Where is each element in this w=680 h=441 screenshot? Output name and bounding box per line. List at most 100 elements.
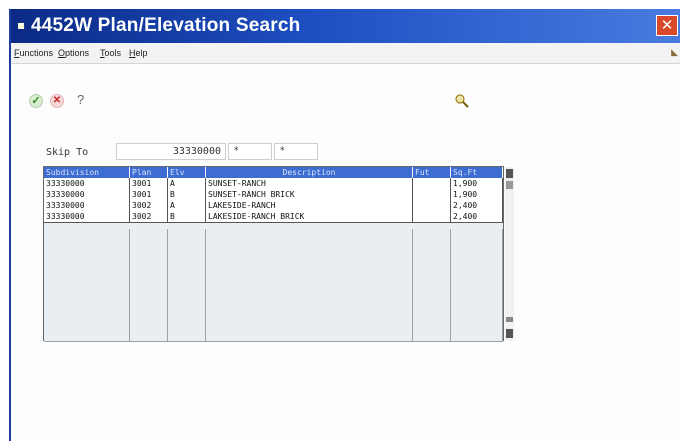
cell-description: SUNSET-RANCH BRICK — [206, 189, 413, 200]
empty-grid-row[interactable] — [44, 229, 503, 244]
cell-sqft: 2,400 — [451, 200, 503, 211]
cell-sqft: 2,400 — [451, 211, 503, 222]
empty-cell — [206, 313, 413, 327]
cell-subdivision: 33330000 — [44, 211, 130, 222]
empty-cell — [206, 243, 413, 257]
cell-fut — [413, 200, 451, 211]
empty-cell — [168, 229, 206, 243]
empty-cell — [168, 271, 206, 285]
empty-cell — [168, 299, 206, 313]
empty-cell — [44, 313, 130, 327]
empty-cell — [413, 299, 451, 313]
cell-description: LAKESIDE-RANCH — [206, 200, 413, 211]
cell-plan: 3001 — [130, 178, 168, 189]
menu-help[interactable]: Help — [129, 48, 148, 58]
empty-cell — [413, 327, 451, 341]
close-button[interactable]: ✕ — [656, 15, 678, 36]
cell-elv: B — [168, 189, 206, 200]
cell-plan: 3001 — [130, 189, 168, 200]
cell-plan: 3002 — [130, 211, 168, 222]
column-header-fut[interactable]: Fut — [413, 167, 451, 178]
empty-cell — [413, 243, 451, 257]
empty-cell — [451, 271, 503, 285]
skip-to-subdivision-input[interactable]: 33330000 — [116, 143, 226, 160]
empty-cell — [451, 299, 503, 313]
empty-cell — [130, 257, 168, 271]
empty-cell — [168, 285, 206, 299]
empty-grid-row[interactable] — [44, 285, 503, 300]
app-window: ▪ 4452W Plan/Elevation Search ✕ Function… — [9, 9, 680, 441]
empty-grid-row[interactable] — [44, 299, 503, 314]
empty-grid-row[interactable] — [44, 327, 503, 342]
empty-cell — [130, 285, 168, 299]
magnifier-icon[interactable] — [454, 93, 470, 109]
empty-cell — [413, 257, 451, 271]
grid-scrollbar[interactable] — [505, 167, 514, 341]
menu-options[interactable]: Options — [58, 48, 89, 58]
empty-grid-row[interactable] — [44, 243, 503, 258]
empty-cell — [168, 257, 206, 271]
empty-cell — [44, 271, 130, 285]
empty-cell — [44, 243, 130, 257]
empty-cell — [44, 229, 130, 243]
empty-cell — [206, 299, 413, 313]
empty-grid-row[interactable] — [44, 313, 503, 328]
empty-cell — [413, 271, 451, 285]
cell-subdivision: 33330000 — [44, 178, 130, 189]
scroll-page-marker[interactable] — [506, 317, 513, 322]
empty-cell — [413, 229, 451, 243]
empty-cell — [130, 229, 168, 243]
column-header-sqft[interactable]: Sq.Ft — [451, 167, 503, 178]
menu-functions[interactable]: Functions — [14, 48, 53, 58]
scroll-up-arrow[interactable] — [506, 169, 513, 178]
empty-cell — [451, 327, 503, 341]
cell-description: SUNSET-RANCH — [206, 178, 413, 189]
empty-cell — [206, 229, 413, 243]
empty-cell — [130, 243, 168, 257]
empty-cell — [168, 327, 206, 341]
empty-cell — [168, 313, 206, 327]
empty-cell — [44, 327, 130, 341]
column-header-description[interactable]: Description — [206, 167, 413, 178]
cell-fut — [413, 189, 451, 200]
cell-description: LAKESIDE-RANCH BRICK — [206, 211, 413, 222]
cell-subdivision: 33330000 — [44, 200, 130, 211]
empty-cell — [168, 243, 206, 257]
empty-cell — [451, 243, 503, 257]
empty-cell — [130, 299, 168, 313]
scroll-thumb[interactable] — [506, 181, 513, 189]
empty-cell — [451, 285, 503, 299]
title-bar[interactable]: ▪ 4452W Plan/Elevation Search ✕ — [11, 9, 680, 43]
cancel-x-icon[interactable]: ✕ — [50, 94, 64, 108]
empty-cell — [44, 299, 130, 313]
empty-cell — [206, 285, 413, 299]
column-header-elv[interactable]: Elv — [168, 167, 206, 178]
empty-cell — [413, 313, 451, 327]
column-header-subdivision[interactable]: Subdivision — [44, 167, 130, 178]
checkmark-icon[interactable]: ✓ — [29, 94, 43, 108]
question-mark-icon[interactable]: ? — [77, 92, 84, 107]
column-header-plan[interactable]: Plan — [130, 167, 168, 178]
skip-to-label: Skip To — [46, 147, 89, 158]
empty-grid-row[interactable] — [44, 257, 503, 272]
empty-cell — [130, 327, 168, 341]
window-corner-icon: ◣ — [671, 47, 678, 57]
skip-to-elevation-input[interactable]: * — [274, 143, 318, 160]
empty-cell — [451, 313, 503, 327]
empty-cell — [130, 271, 168, 285]
cell-fut — [413, 178, 451, 189]
scroll-down-arrow[interactable] — [506, 329, 513, 338]
empty-cell — [413, 285, 451, 299]
cell-elv: B — [168, 211, 206, 222]
empty-cell — [206, 271, 413, 285]
table-row[interactable]: 33330000 3002 B LAKESIDE-RANCH BRICK 2,4… — [44, 211, 503, 223]
window-title: 4452W Plan/Elevation Search — [31, 15, 301, 36]
menu-tools[interactable]: Tools — [100, 48, 121, 58]
empty-cell — [451, 229, 503, 243]
empty-cell — [451, 257, 503, 271]
empty-grid-row[interactable] — [44, 271, 503, 286]
cell-fut — [413, 211, 451, 222]
app-icon: ▪ — [17, 18, 26, 32]
cell-plan: 3002 — [130, 200, 168, 211]
skip-to-plan-input[interactable]: * — [228, 143, 272, 160]
